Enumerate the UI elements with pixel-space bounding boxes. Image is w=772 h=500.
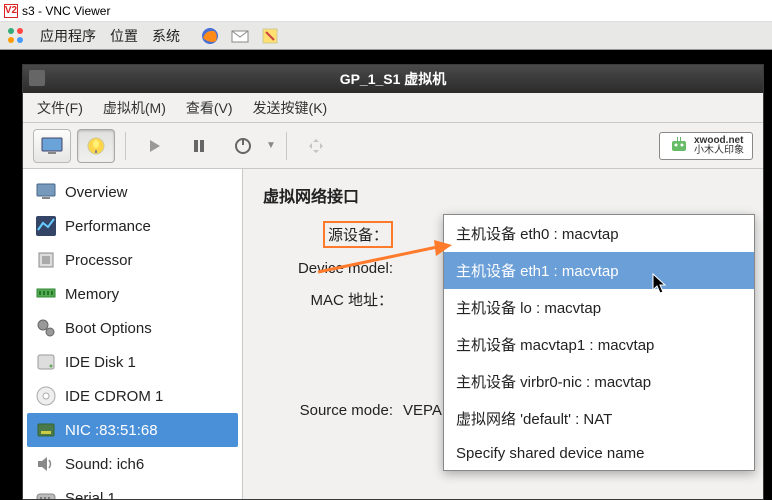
sidebar-item-cd[interactable]: IDE CDROM 1 [27,379,238,413]
monitor-icon [35,181,57,203]
section-title: 虚拟网络接口 [263,183,743,207]
menu-vm[interactable]: 虚拟机(M) [103,98,166,118]
sidebar-item-label: IDE CDROM 1 [65,388,163,405]
dropdown-option[interactable]: 主机设备 lo : macvtap [444,289,754,326]
disk-icon [35,351,57,373]
play-button[interactable] [136,129,174,163]
logo-line1: xwood.net [694,136,744,146]
vnc-app-icon: V2 [4,4,18,18]
source-device-label: 源设备： [323,221,393,248]
note-icon[interactable] [260,26,280,46]
sidebar-item-ram[interactable]: Memory [27,277,238,311]
robot-icon [668,135,690,157]
serial-icon [35,487,57,499]
mac-address-label: MAC 地址： [263,289,403,310]
firefox-icon[interactable] [200,26,220,46]
menu-view[interactable]: 查看(V) [186,98,233,118]
window-icon [29,70,45,86]
vm-toolbar: ▼ xwood.net 小木人印象 [23,123,763,169]
dropdown-option[interactable]: 主机设备 eth0 : macvtap [444,215,754,252]
dropdown-option[interactable]: 主机设备 virbr0-nic : macvtap [444,363,754,400]
menu-system[interactable]: 系统 [152,26,180,46]
chevron-down-icon[interactable]: ▼ [266,140,276,151]
dropdown-option[interactable]: 主机设备 eth1 : macvtap [444,252,754,289]
nic-icon [35,419,57,441]
sidebar-item-sound[interactable]: Sound: ich6 [27,447,238,481]
cd-icon [35,385,57,407]
menu-file[interactable]: 文件(F) [37,98,83,118]
graph-icon [35,215,57,237]
menu-applications[interactable]: 应用程序 [40,26,96,46]
sidebar-item-label: Sound: ich6 [65,456,144,473]
console-button[interactable] [33,129,71,163]
dropdown-option[interactable]: Specify shared device name [444,437,754,470]
menu-sendkey[interactable]: 发送按键(K) [253,98,328,118]
vnc-title-text: s3 - VNC Viewer [22,4,110,18]
vm-titlebar[interactable]: GP_1_S1 虚拟机 [23,65,763,93]
gnome-panel: 应用程序 位置 系统 [0,22,772,50]
fullscreen-button[interactable] [297,129,335,163]
menu-places[interactable]: 位置 [110,26,138,46]
sidebar-item-label: Boot Options [65,320,152,337]
mail-icon[interactable] [230,26,250,46]
dropdown-option[interactable]: 主机设备 macvtap1 : macvtap [444,326,754,363]
sidebar-item-label: NIC :83:51:68 [65,422,158,439]
sidebar-item-nic[interactable]: NIC :83:51:68 [27,413,238,447]
sidebar-item-graph[interactable]: Performance [27,209,238,243]
sidebar-item-label: Serial 1 [65,490,116,500]
sidebar-item-serial[interactable]: Serial 1 [27,481,238,499]
sidebar-item-monitor[interactable]: Overview [27,175,238,209]
vm-menubar: 文件(F) 虚拟机(M) 查看(V) 发送按键(K) [23,93,763,123]
sidebar-item-label: Overview [65,184,128,201]
power-button[interactable] [224,129,262,163]
desktop: 应用程序 位置 系统 GP_1_S1 虚拟机 文件(F) 虚拟机(M) 查看(V… [0,22,772,500]
device-model-label: Device model: [263,260,403,277]
source-mode-value: VEPA [403,402,442,419]
sidebar-item-label: Processor [65,252,133,269]
device-sidebar: Overview Performance Processor Memory Boot O… [23,169,243,499]
gears-icon [35,317,57,339]
source-mode-label: Source mode: [263,402,403,419]
ram-icon [35,283,57,305]
vnc-titlebar: V2 s3 - VNC Viewer [0,0,772,22]
source-device-dropdown[interactable]: 主机设备 eth0 : macvtap主机设备 eth1 : macvtap主机… [443,214,755,471]
sidebar-item-label: IDE Disk 1 [65,354,136,371]
launcher-icon[interactable] [6,26,26,46]
logo-badge: xwood.net 小木人印象 [659,132,753,160]
sidebar-item-gears[interactable]: Boot Options [27,311,238,345]
sidebar-item-label: Memory [65,286,119,303]
vm-title-text: GP_1_S1 虚拟机 [340,69,447,89]
sound-icon [35,453,57,475]
sidebar-item-disk[interactable]: IDE Disk 1 [27,345,238,379]
pause-button[interactable] [180,129,218,163]
sidebar-item-cpu[interactable]: Processor [27,243,238,277]
details-button[interactable] [77,129,115,163]
sidebar-item-label: Performance [65,218,151,235]
dropdown-option[interactable]: 虚拟网络 'default' : NAT [444,400,754,437]
logo-line2: 小木人印象 [694,146,744,156]
cpu-icon [35,249,57,271]
